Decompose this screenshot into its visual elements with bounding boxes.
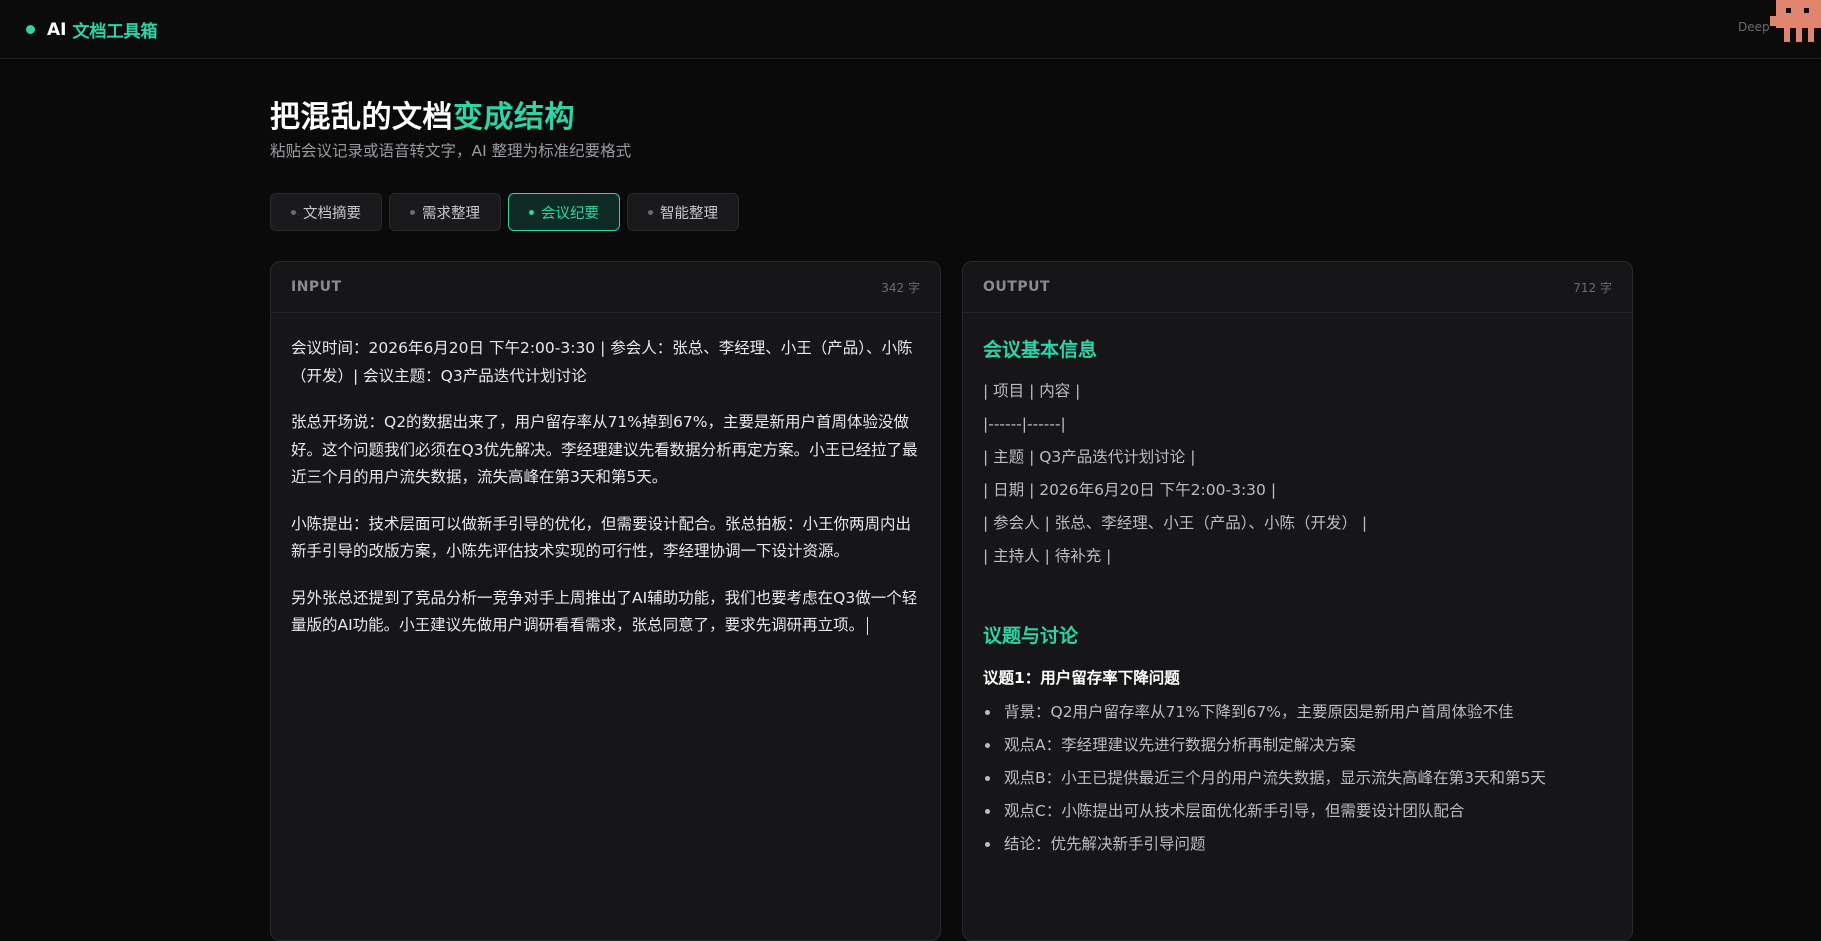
page-title: 把混乱的文档变成结构 <box>270 92 575 136</box>
input-panel: INPUT 342 字 会议时间：2026年6月20日 下午2:00-3:30 … <box>270 261 941 941</box>
table-line: |------|------| <box>983 415 1066 433</box>
tab-label: 会议纪要 <box>541 205 599 222</box>
input-paragraph-last: 另外张总还提到了竞品分析一竞争对手上周推出了AI辅助功能，我们也要考虑在Q3做一… <box>291 585 920 640</box>
list-item: 观点C：小陈提出可从技术层面优化新手引导，但需要设计团队配合 <box>983 795 1612 828</box>
tab-doc-summary[interactable]: 文档摘要 <box>270 193 382 231</box>
input-char-count: 342 字 <box>881 280 920 295</box>
bullet-icon <box>985 842 990 847</box>
issue-title: 议题1：用户留存率下降问题 <box>983 669 1180 687</box>
section-heading-basic-info: 会议基本信息 <box>983 339 1098 361</box>
input-label: INPUT <box>291 279 342 295</box>
input-textarea[interactable]: 会议时间：2026年6月20日 下午2:00-3:30 | 参会人：张总、李经理… <box>271 313 940 640</box>
table-line: | 主持人 | 待补充 | <box>983 547 1112 565</box>
tab-meeting-minutes[interactable]: 会议纪要 <box>508 193 620 231</box>
bullet-icon <box>985 809 990 814</box>
table-line: | 项目 | 内容 | <box>983 382 1081 400</box>
page-subtitle: 粘贴会议记录或语音转文字，AI 整理为标准纪要格式 <box>270 142 632 160</box>
top-bar: AI 文档工具箱 Deep <box>0 0 1821 59</box>
tab-requirements[interactable]: 需求整理 <box>389 193 501 231</box>
input-paragraph: 会议时间：2026年6月20日 下午2:00-3:30 | 参会人：张总、李经理… <box>291 339 913 385</box>
tab-dot-icon <box>648 209 653 215</box>
list-item-text: 观点B：小王已提供最近三个月的用户流失数据，显示流失高峰在第3天和第5天 <box>1004 769 1546 787</box>
table-line: | 日期 | 2026年6月20日 下午2:00-3:30 | <box>983 481 1277 499</box>
section-heading-topics: 议题与讨论 <box>983 625 1079 647</box>
list-item: 观点B：小王已提供最近三个月的用户流失数据，显示流失高峰在第3天和第5天 <box>983 762 1612 795</box>
brand-ai-text: AI <box>47 19 67 40</box>
tab-dot-icon <box>291 209 296 215</box>
output-label: OUTPUT <box>983 279 1050 295</box>
bullet-icon <box>985 776 990 781</box>
info-table: | 项目 | 内容 | |------|------| | 主题 | Q3产品迭… <box>983 375 1612 573</box>
pixel-mascot-icon <box>1770 0 1821 42</box>
list-item-text: 观点C：小陈提出可从技术层面优化新手引导，但需要设计团队配合 <box>1004 802 1465 820</box>
list-item: 观点A：李经理建议先进行数据分析再制定解决方案 <box>983 729 1612 762</box>
tab-label: 需求整理 <box>422 205 480 222</box>
input-paragraph: 小陈提出：技术层面可以做新手引导的优化，但需要设计配合。张总拍板：小王你两周内出… <box>291 514 912 561</box>
bullet-icon <box>985 743 990 748</box>
tab-label: 智能整理 <box>660 205 718 222</box>
tab-label: 文档摘要 <box>303 205 361 222</box>
output-panel: OUTPUT 712 字 会议基本信息 | 项目 | 内容 | |------|… <box>962 261 1633 941</box>
tab-dot-icon <box>410 209 415 215</box>
input-panel-header: INPUT 342 字 <box>271 262 940 313</box>
brand-logo[interactable]: AI 文档工具箱 <box>26 17 157 42</box>
list-item-text: 结论：优先解决新手引导问题 <box>1004 835 1206 853</box>
table-line: | 主题 | Q3产品迭代计划讨论 | <box>983 448 1196 466</box>
output-char-count: 712 字 <box>1573 280 1612 295</box>
input-paragraph: 另外张总还提到了竞品分析一竞争对手上周推出了AI辅助功能，我们也要考虑在Q3做一… <box>291 588 918 635</box>
table-line: | 参会人 | 张总、李经理、小王（产品）、小陈（开发） | <box>983 514 1368 532</box>
output-content: 会议基本信息 | 项目 | 内容 | |------|------| | 主题 … <box>963 313 1632 861</box>
list-item: 背景：Q2用户留存率从71%下降到67%，主要原因是新用户首周体验不佳 <box>983 696 1612 729</box>
brand-dot-icon <box>26 25 35 34</box>
tab-smart-organize[interactable]: 智能整理 <box>627 193 739 231</box>
list-item-text: 观点A：李经理建议先进行数据分析再制定解决方案 <box>1004 736 1356 754</box>
output-panel-header: OUTPUT 712 字 <box>963 262 1632 313</box>
list-item-text: 背景：Q2用户留存率从71%下降到67%，主要原因是新用户首周体验不佳 <box>1004 703 1514 721</box>
title-highlight: 变成结构 <box>453 100 575 135</box>
mode-tabs: 文档摘要 需求整理 会议纪要 智能整理 <box>270 193 746 231</box>
text-caret <box>867 616 869 635</box>
tab-dot-icon <box>529 209 534 215</box>
title-main: 把混乱的文档 <box>270 100 453 135</box>
bullet-icon <box>985 710 990 715</box>
issue-bullet-list: 背景：Q2用户留存率从71%下降到67%，主要原因是新用户首周体验不佳 观点A：… <box>983 696 1612 861</box>
list-item: 结论：优先解决新手引导问题 <box>983 828 1612 861</box>
input-paragraph: 张总开场说：Q2的数据出来了，用户留存率从71%掉到67%，主要是新用户首周体验… <box>291 413 918 486</box>
brand-name-text: 文档工具箱 <box>72 22 158 42</box>
